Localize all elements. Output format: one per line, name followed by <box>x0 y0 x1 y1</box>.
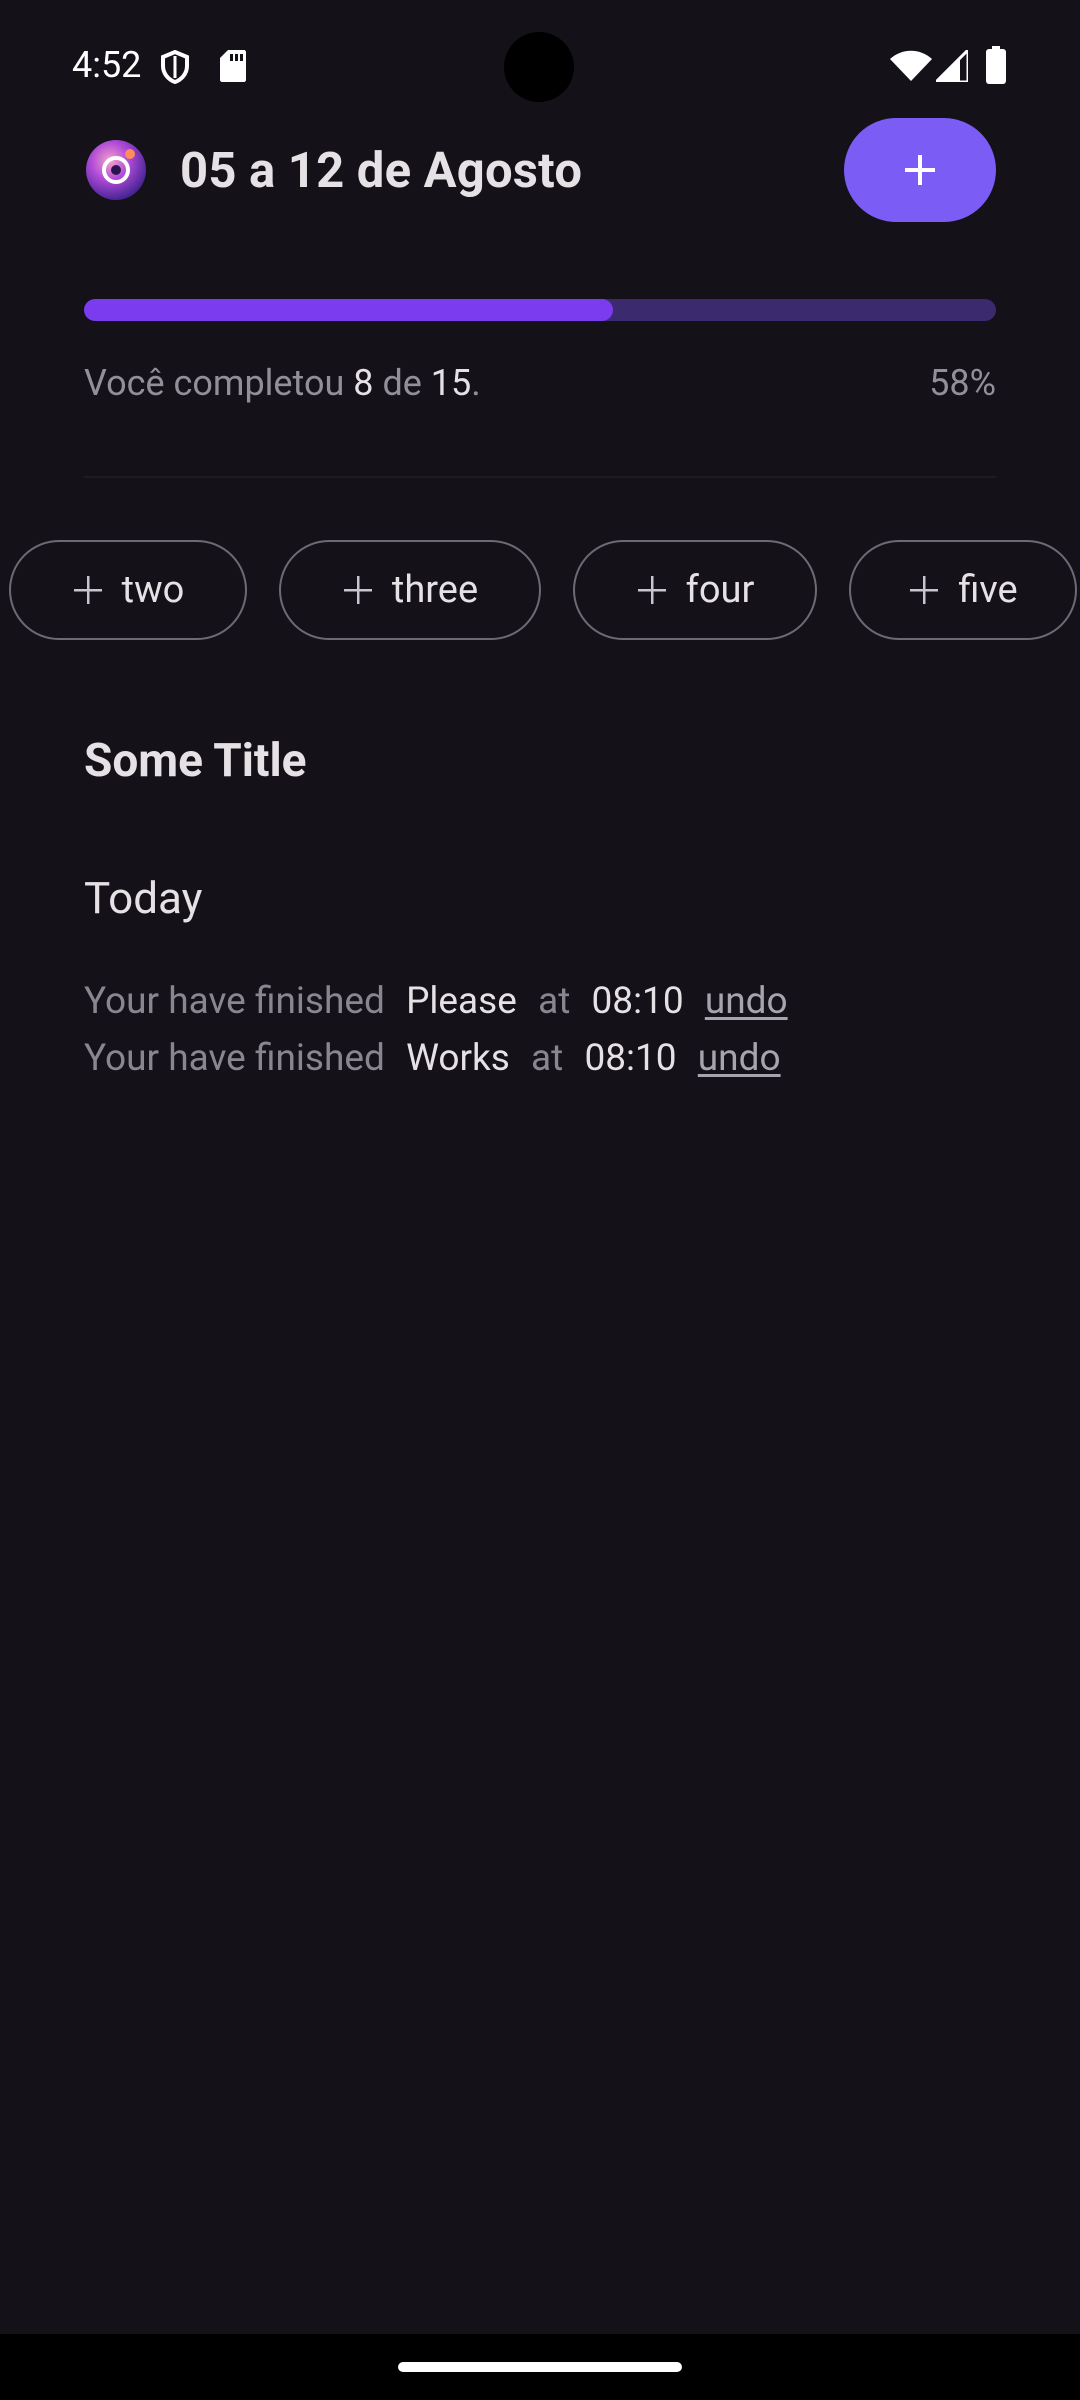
history-prefix: Your have finished <box>84 980 385 1023</box>
progress-bar <box>84 299 996 321</box>
history-item: Your have finished Works at 08:10 undo <box>84 1037 793 1080</box>
history-item-name: Works <box>406 1037 510 1080</box>
chip-two[interactable]: two <box>9 540 247 640</box>
page-title: 05 a 12 de Agosto <box>180 142 583 199</box>
chip-row: two three four five <box>0 540 1080 644</box>
progress-text: Você completou 8 de 15. <box>84 362 481 404</box>
progress-middle: de <box>382 362 422 404</box>
app-logo-icon <box>86 140 146 200</box>
progress-prefix: Você completou <box>84 362 345 404</box>
chip-three[interactable]: three <box>279 540 541 640</box>
chip-label: four <box>685 568 755 612</box>
chip-label: three <box>391 568 479 612</box>
plus-icon <box>905 155 935 185</box>
plus-icon <box>637 576 666 604</box>
divider <box>84 476 996 478</box>
history-item-name: Please <box>406 980 517 1023</box>
history-time: 08:10 <box>584 1037 677 1080</box>
history-time: 08:10 <box>591 980 684 1023</box>
undo-link[interactable]: undo <box>698 1037 781 1080</box>
status-bar: 4:52 <box>0 0 1080 132</box>
plus-icon <box>73 576 102 604</box>
shield-icon <box>161 50 189 84</box>
battery-icon <box>986 46 1006 84</box>
system-nav-bar <box>0 2334 1080 2400</box>
history-at: at <box>538 980 571 1023</box>
chip-four[interactable]: four <box>573 540 817 640</box>
chip-label: five <box>958 568 1018 612</box>
sd-card-icon <box>220 50 246 82</box>
signal-icon <box>936 50 968 82</box>
day-label: Today <box>84 872 203 924</box>
undo-link[interactable]: undo <box>705 980 788 1023</box>
chip-label: two <box>121 568 185 612</box>
add-button[interactable] <box>844 118 996 222</box>
chip-five[interactable]: five <box>849 540 1077 640</box>
progress-percent: 58% <box>929 362 996 404</box>
progress-done-count: 8 <box>353 362 374 404</box>
history-at: at <box>531 1037 564 1080</box>
status-time: 4:52 <box>72 44 142 86</box>
wifi-icon <box>890 50 932 81</box>
plus-icon <box>343 576 372 604</box>
plus-icon <box>910 576 939 604</box>
home-gesture-handle[interactable] <box>398 2362 682 2372</box>
progress-total-count: 15 <box>430 362 472 404</box>
history-prefix: Your have finished <box>84 1037 385 1080</box>
history-item: Your have finished Please at 08:10 undo <box>84 980 800 1023</box>
progress-suffix: . <box>471 362 481 404</box>
progress-fill <box>84 299 613 321</box>
camera-cutout <box>504 32 574 102</box>
section-title: Some Title <box>84 734 307 788</box>
